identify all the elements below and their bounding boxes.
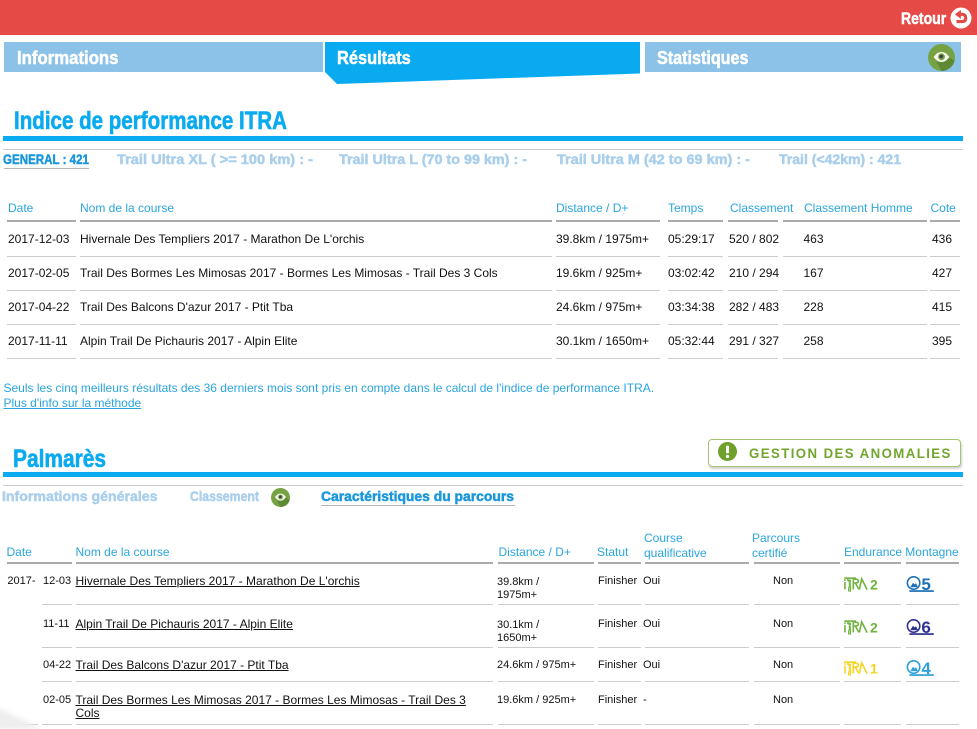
svg-text:5: 5 [921, 575, 930, 594]
svg-text:1: 1 [870, 660, 878, 676]
svg-text:4: 4 [921, 659, 931, 678]
svg-text:2: 2 [870, 576, 878, 592]
svg-text:6: 6 [921, 618, 930, 637]
svg-text:2: 2 [870, 619, 878, 635]
